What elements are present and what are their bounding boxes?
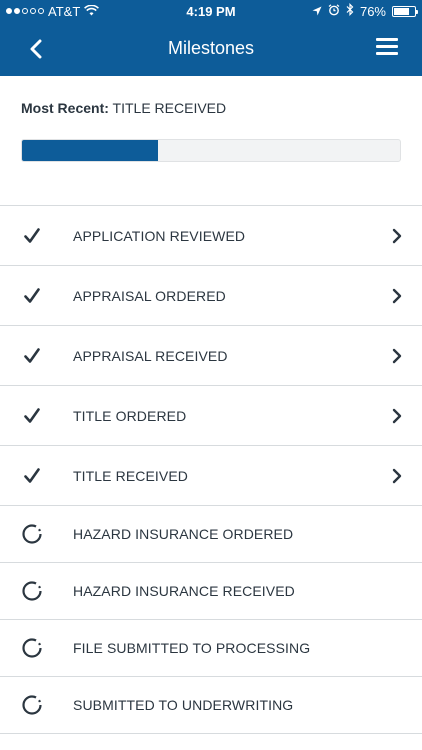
milestone-label: HAZARD INSURANCE RECEIVED: [73, 583, 295, 599]
signal-dot: [22, 8, 28, 14]
most-recent-label: Most Recent:: [21, 100, 109, 116]
milestone-row: HAZARD INSURANCE RECEIVED: [0, 563, 422, 620]
signal-dot: [14, 8, 20, 14]
milestone-label: TITLE RECEIVED: [73, 467, 188, 484]
signal-dot: [30, 8, 36, 14]
chevron-right-icon[interactable]: [390, 347, 404, 365]
milestone-row[interactable]: TITLE RECEIVED: [0, 446, 422, 506]
signal-icon: [6, 8, 44, 14]
pending-progress-icon: [20, 693, 44, 717]
milestone-row: HAZARD INSURANCE ORDERED: [0, 506, 422, 563]
status-left: AT&T: [6, 3, 100, 19]
chevron-right-icon[interactable]: [390, 287, 404, 305]
progress-bar-fill: [22, 140, 159, 161]
pending-progress-icon: [20, 579, 44, 603]
milestone-row: FILE SUBMITTED TO PROCESSING: [0, 620, 422, 677]
milestone-row[interactable]: APPLICATION REVIEWED: [0, 206, 422, 266]
progress-bar: [21, 139, 401, 162]
battery-icon: [392, 5, 418, 17]
milestone-label: HAZARD INSURANCE ORDERED: [73, 526, 294, 542]
nav-bar: Milestones: [0, 22, 422, 76]
battery-percent: 76%: [359, 3, 386, 19]
pending-progress-icon: [20, 636, 44, 660]
hamburger-menu-icon[interactable]: [376, 38, 400, 58]
progress-section: Most Recent: TITLE RECEIVED: [0, 76, 422, 204]
milestone-label: SUBMITTED TO UNDERWRITING: [73, 697, 294, 713]
chevron-right-icon[interactable]: [390, 227, 404, 245]
milestone-row: SUBMITTED TO UNDERWRITING: [0, 677, 422, 734]
carrier-label: AT&T: [48, 3, 81, 19]
chevron-right-icon[interactable]: [390, 467, 404, 485]
menu-line: [376, 52, 398, 55]
alarm-icon: [328, 3, 340, 19]
check-icon: [20, 284, 44, 308]
check-icon: [20, 344, 44, 368]
chevron-right-icon[interactable]: [390, 407, 404, 425]
location-icon: [312, 4, 322, 19]
battery-level: [394, 7, 410, 15]
status-right: 76%: [312, 3, 418, 19]
check-icon: [20, 224, 44, 248]
signal-dot: [6, 8, 12, 14]
milestone-label: APPLICATION REVIEWED: [73, 227, 246, 244]
milestone-row[interactable]: TITLE ORDERED: [0, 386, 422, 446]
menu-line: [376, 38, 398, 41]
milestone-list: APPLICATION REVIEWED APPRAISAL ORDERED APP…: [0, 205, 422, 734]
most-recent-line: Most Recent: TITLE RECEIVED: [21, 100, 226, 116]
milestone-label: FILE SUBMITTED TO PROCESSING: [73, 640, 311, 656]
milestone-label: APPRAISAL ORDERED: [73, 287, 226, 304]
status-bar: AT&T 4:19 PM 76%: [0, 0, 422, 22]
most-recent-value: TITLE RECEIVED: [112, 100, 227, 116]
pending-progress-icon: [20, 522, 44, 546]
wifi-icon: [84, 4, 100, 19]
page-title: Milestones: [167, 38, 255, 58]
check-icon: [20, 404, 44, 428]
check-icon: [20, 464, 44, 488]
milestone-label: APPRAISAL RECEIVED: [73, 347, 228, 364]
menu-line: [376, 45, 398, 48]
milestone-row[interactable]: APPRAISAL ORDERED: [0, 266, 422, 326]
bluetooth-icon: [346, 3, 354, 19]
milestone-label: TITLE ORDERED: [73, 407, 187, 424]
milestone-row[interactable]: APPRAISAL RECEIVED: [0, 326, 422, 386]
signal-dot: [38, 8, 44, 14]
